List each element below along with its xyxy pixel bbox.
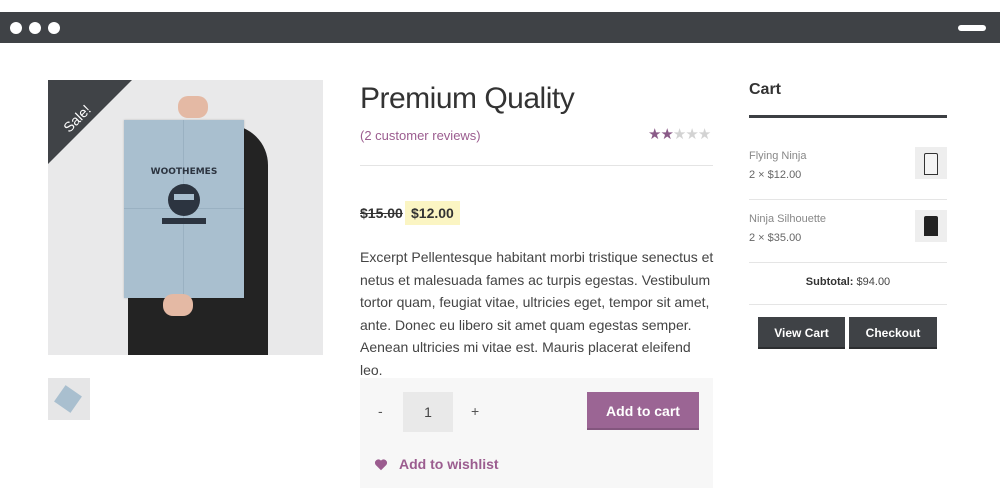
cart-item-thumbnail[interactable] [915, 210, 947, 242]
poster-image: WOOTHEMES [124, 120, 244, 298]
cart-item-name[interactable]: Ninja Silhouette [749, 213, 826, 225]
view-cart-button[interactable]: View Cart [758, 317, 845, 349]
sale-price: $12.00 [405, 201, 460, 225]
cart-item[interactable]: Flying Ninja 2 × $12.00 [749, 138, 947, 200]
white-shirt-icon [924, 153, 938, 175]
divider [749, 304, 947, 305]
quantity-increase-button[interactable]: + [471, 403, 479, 419]
star-filled-icon: ★ [660, 126, 673, 143]
divider [749, 199, 947, 200]
product-description: Excerpt Pellentesque habitant morbi tris… [360, 249, 714, 378]
original-price: $15.00 [360, 205, 403, 221]
product-thumbnail[interactable] [48, 378, 90, 420]
hamburger-icon[interactable] [958, 25, 986, 31]
quantity-decrease-button[interactable]: - [378, 403, 383, 419]
product-title: Premium Quality [360, 82, 575, 115]
cart-item-qty-price: 2 × $35.00 [749, 232, 802, 244]
black-hoodie-icon [924, 216, 938, 236]
heart-icon [374, 459, 388, 471]
add-to-wishlist-link[interactable]: Add to wishlist [374, 456, 499, 472]
rating-stars: ★★★★★ [648, 125, 711, 143]
checkout-button[interactable]: Checkout [849, 317, 937, 349]
divider [749, 262, 947, 263]
poster-logo-text: WOOTHEMES [151, 167, 218, 177]
customer-reviews-link[interactable]: (2 customer reviews) [360, 128, 481, 143]
thumbnail-poster [54, 385, 82, 413]
add-to-cart-button[interactable]: Add to cart [587, 392, 699, 430]
cart-item-qty-price: 2 × $12.00 [749, 169, 802, 181]
hand [178, 96, 208, 118]
woothemes-logo-icon: WOOTHEMES [151, 167, 218, 224]
cart-item-name[interactable]: Flying Ninja [749, 150, 806, 162]
star-empty-icon: ★ [697, 126, 711, 143]
product-main-image[interactable]: WOOTHEMES Sale! [48, 80, 323, 355]
quantity-input[interactable] [403, 392, 453, 432]
add-to-cart-form: - + Add to cart Add to wishlist [360, 378, 713, 488]
cart-heading: Cart [749, 81, 782, 98]
wishlist-label: Add to wishlist [399, 456, 499, 472]
cart-item[interactable]: Ninja Silhouette 2 × $35.00 [749, 201, 947, 263]
hand [163, 294, 193, 316]
cart-heading-rule [749, 115, 947, 118]
divider [360, 165, 713, 166]
subtotal-value: $94.00 [856, 276, 891, 288]
subtotal-label: Subtotal: [805, 276, 854, 288]
cart-subtotal: Subtotal: $94.00 [749, 276, 947, 288]
window-titlebar [0, 12, 1000, 43]
window-control-dot[interactable] [48, 22, 60, 34]
cart-item-thumbnail[interactable] [915, 147, 947, 179]
star-empty-icon: ★ [672, 126, 686, 143]
window-control-dot[interactable] [29, 22, 41, 34]
window-control-dot[interactable] [10, 22, 22, 34]
star-filled-icon: ★ [648, 126, 661, 143]
star-empty-icon: ★ [685, 126, 698, 143]
